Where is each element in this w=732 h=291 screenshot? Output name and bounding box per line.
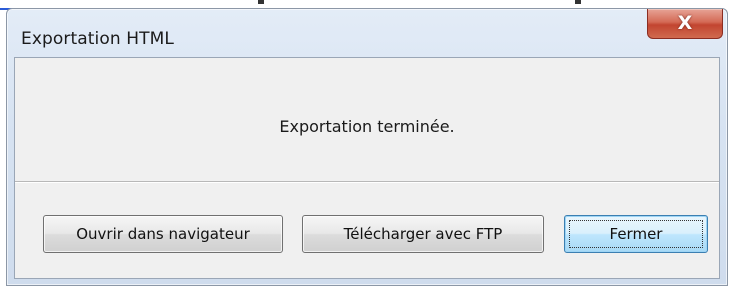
status-message: Exportation terminée. <box>279 117 455 136</box>
export-dialog: Exportation HTML X Exportation terminée.… <box>6 8 728 286</box>
upload-ftp-button[interactable]: Télécharger avec FTP <box>302 215 544 253</box>
close-icon: X <box>677 12 693 34</box>
dialog-content: Exportation terminée. Ouvrir dans naviga… <box>14 57 720 279</box>
close-button-label: Fermer <box>609 225 663 243</box>
dialog-title: Exportation HTML <box>21 29 174 49</box>
close-button[interactable]: Fermer <box>564 215 708 253</box>
page-text-fragment <box>258 0 264 4</box>
open-in-browser-button[interactable]: Ouvrir dans navigateur <box>43 215 283 253</box>
window-close-button[interactable]: X <box>647 9 723 39</box>
message-area: Exportation terminée. <box>15 58 719 182</box>
title-bar[interactable]: Exportation HTML X <box>7 9 727 57</box>
page-text-fragment <box>575 0 581 4</box>
separator-highlight <box>15 182 719 183</box>
